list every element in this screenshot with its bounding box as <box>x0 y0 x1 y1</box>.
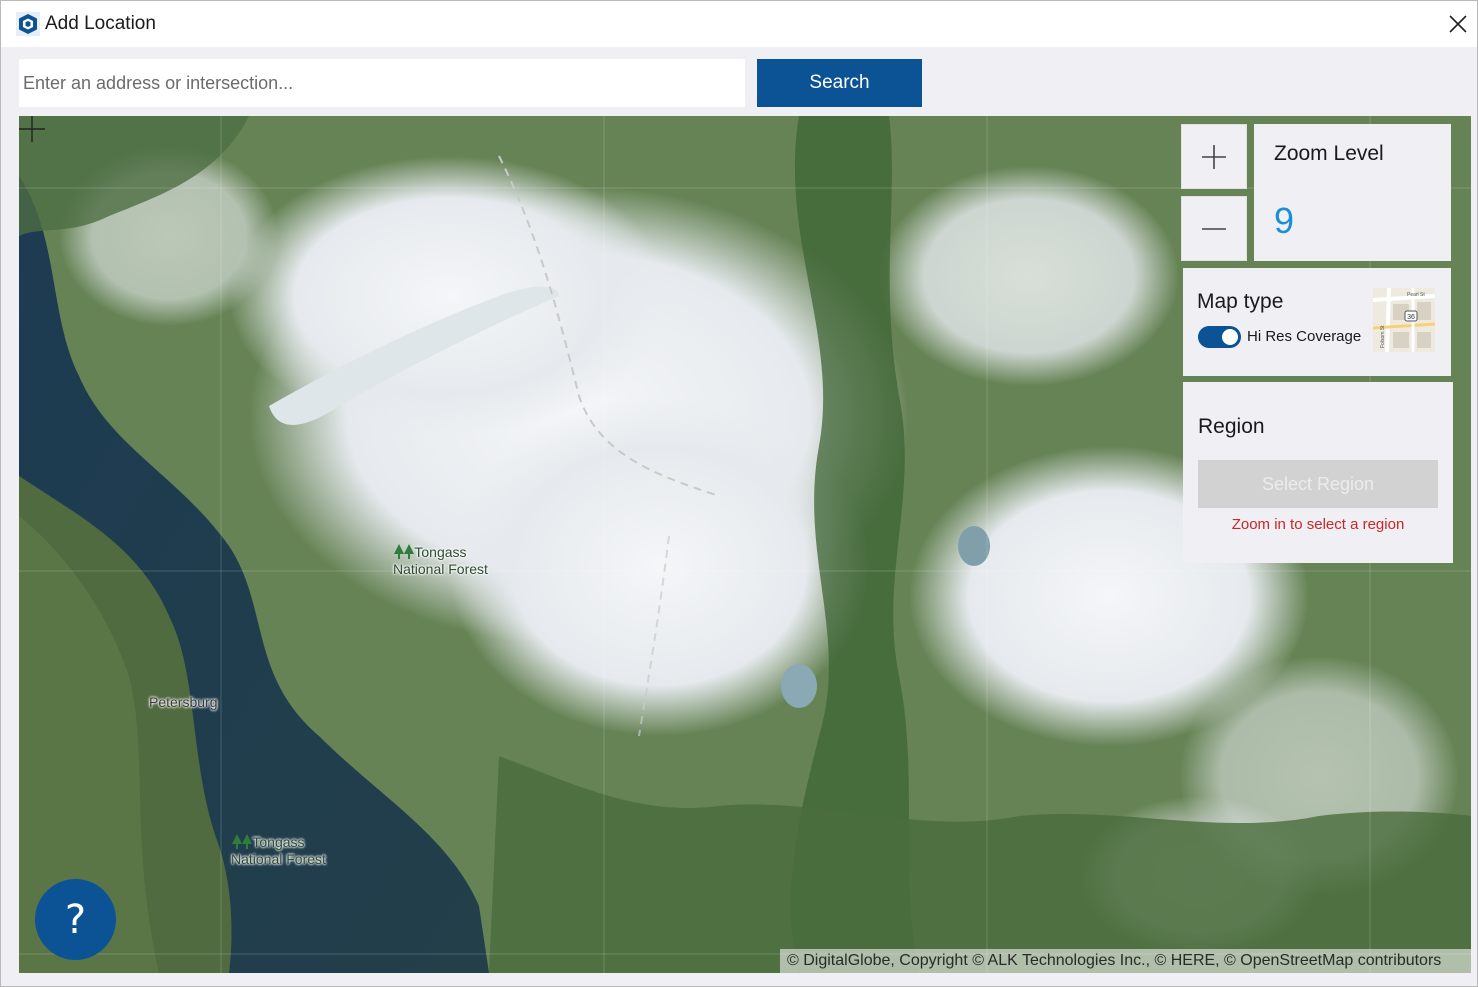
app-logo-icon <box>16 12 40 36</box>
hi-res-coverage-toggle[interactable] <box>1198 326 1241 348</box>
zoom-level-value: 9 <box>1274 200 1295 241</box>
zoom-level-title: Zoom Level <box>1274 142 1384 165</box>
map-attribution: © DigitalGlobe, Copyright © ALK Technolo… <box>780 949 1471 973</box>
thumb-street-pearl: Pearl St <box>1407 292 1425 298</box>
hi-res-coverage-label: Hi Res Coverage <box>1247 328 1362 345</box>
toggle-knob <box>1222 329 1238 345</box>
close-button[interactable] <box>1441 7 1475 41</box>
map-type-panel: Map type Hi Res Coverage 36 Pearl St Fol… <box>1183 268 1451 376</box>
title-bar: Add Location <box>1 1 1477 47</box>
map-label-forest-south: Tongass National Forest <box>231 834 326 868</box>
zoom-level-panel: Zoom Level 9 <box>1254 124 1451 261</box>
plus-icon <box>1202 144 1226 169</box>
map-label-forest-south-line2: National Forest <box>231 851 326 867</box>
add-location-window: Add Location Search <box>0 0 1478 987</box>
map-label-petersburg: Petersburg <box>149 694 218 710</box>
forest-icon <box>232 834 252 849</box>
select-region-button[interactable]: Select Region <box>1198 460 1438 508</box>
search-button[interactable]: Search <box>757 59 922 107</box>
thumb-route-label: 36 <box>1407 314 1415 321</box>
region-hint: Zoom in to select a region <box>1231 516 1405 533</box>
map-type-title: Map type <box>1197 290 1284 313</box>
forest-icon <box>394 544 414 559</box>
map-label-forest-north-line2: National Forest <box>393 561 488 577</box>
street-map-thumbnail-icon[interactable]: 36 Pearl St Folsom St <box>1373 288 1435 352</box>
region-title: Region <box>1198 415 1265 438</box>
zoom-out-button[interactable] <box>1181 196 1247 261</box>
minus-icon <box>1202 227 1226 230</box>
help-button[interactable]: ? <box>35 879 116 960</box>
thumb-street-folsom: Folsom St <box>1380 325 1386 348</box>
zoom-in-button[interactable] <box>1181 124 1247 189</box>
map-label-forest-north: Tongass National Forest <box>393 544 488 578</box>
address-search-input[interactable] <box>19 59 745 107</box>
close-icon <box>1449 15 1467 33</box>
map-center-crosshair-icon <box>19 116 45 142</box>
window-title: Add Location <box>45 13 156 34</box>
region-panel: Region Select Region Zoom in to select a… <box>1183 382 1453 563</box>
